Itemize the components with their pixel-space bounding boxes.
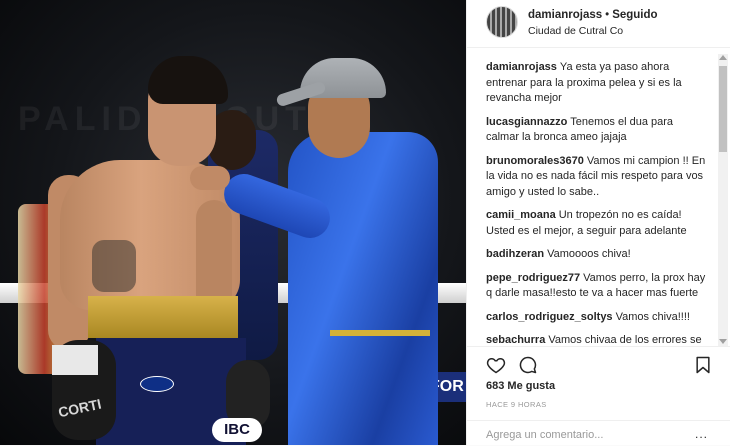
comment-text: Vamoooos chiva!	[547, 248, 631, 260]
glove-cuff	[52, 345, 98, 375]
comment-item: pepe_rodriguez77 Vamos perro, la prox hay…	[486, 271, 708, 302]
comment-username-link[interactable]: carlos_rodriguez_soltys	[486, 311, 613, 323]
username-link[interactable]: damianrojass	[528, 9, 602, 21]
comment-item: camii_moana Un tropezón no es caída! Uste…	[486, 208, 708, 239]
comment-item: badihzeran Vamoooos chiva!	[486, 247, 708, 263]
more-options-icon[interactable]: ...	[695, 427, 708, 441]
comment-text: Vamos chiva!!!!	[615, 310, 690, 323]
post-photo[interactable]: PALIDOS CUTRA FOR CORTI IBC	[0, 0, 466, 445]
username-line: damianrojass • Seguido	[528, 9, 658, 21]
likes-count[interactable]: 683 Me gusta	[486, 380, 555, 392]
action-bar	[467, 346, 730, 381]
boxer-tattoo	[92, 240, 136, 292]
comment-username-link[interactable]: brunomorales3670	[486, 155, 584, 167]
comment-username-link[interactable]: lucasgiannazzo	[486, 116, 567, 128]
boxer-hair	[148, 56, 228, 104]
separator-dot: •	[605, 9, 610, 21]
comments-list[interactable]: damianrojass Ya esta ya paso ahora entren…	[486, 60, 708, 345]
post-header: damianrojass • Seguido Ciudad de Cutral Co	[467, 0, 730, 48]
ford-logo	[140, 376, 174, 392]
comment-username-link[interactable]: sebachurra	[486, 334, 545, 345]
comment-bubble-icon[interactable]	[518, 355, 538, 375]
boxer-waistband	[88, 296, 238, 338]
heart-icon[interactable]	[486, 355, 506, 375]
comment-username-link[interactable]: badihzeran	[486, 248, 544, 260]
scroll-down-arrow-icon[interactable]	[719, 339, 727, 344]
comment-username-link[interactable]: camii_moana	[486, 209, 556, 221]
comment-item: sebachurra Vamos chivaa de los errores se…	[486, 333, 708, 345]
location-link[interactable]: Ciudad de Cutral Co	[528, 25, 623, 37]
avatar[interactable]	[486, 6, 518, 38]
comment-input[interactable]	[486, 429, 686, 441]
bookmark-icon[interactable]	[693, 355, 713, 375]
comment-item: carlos_rodriguez_soltys Vamos chiva!!!!	[486, 310, 708, 326]
comment-username-link[interactable]: pepe_rodriguez77	[486, 272, 580, 284]
comment-item: lucasgiannazzo Tenemos el dua para calmar…	[486, 115, 708, 146]
trainer-hand	[190, 166, 230, 190]
jacket-stripe	[330, 330, 430, 336]
comment-item: damianrojass Ya esta ya paso ahora entren…	[486, 60, 708, 107]
add-comment-bar: ...	[467, 420, 730, 446]
scrollbar-thumb[interactable]	[719, 66, 727, 152]
follow-status-button[interactable]: Seguido	[612, 9, 657, 21]
comment-username-link[interactable]: damianrojass	[486, 61, 557, 73]
post-timestamp[interactable]: HACE 9 HORAS	[486, 400, 547, 409]
ibc-logo: IBC	[212, 418, 262, 442]
comment-item: brunomorales3670 Vamos mi campion !! En l…	[486, 154, 708, 201]
post-side-panel: damianrojass • Seguido Ciudad de Cutral Co…	[466, 0, 730, 445]
trainer-jacket	[288, 132, 438, 445]
scroll-up-arrow-icon[interactable]	[719, 55, 727, 60]
